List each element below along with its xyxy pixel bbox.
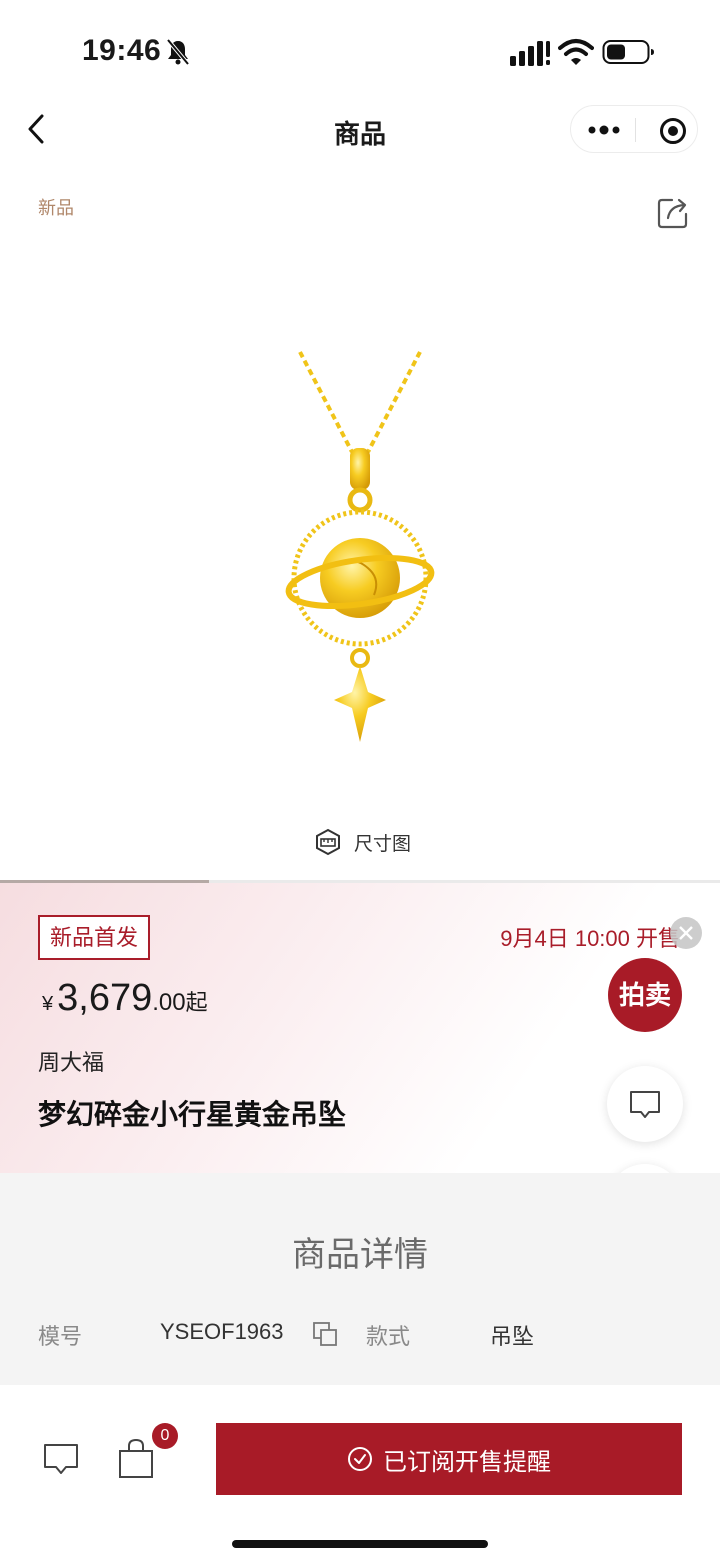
spec-value-model: YSEOF1963: [160, 1319, 284, 1344]
close-icon[interactable]: [669, 916, 703, 950]
details-title: 商品详情: [292, 1235, 428, 1275]
share-icon[interactable]: [656, 196, 690, 230]
signal-icon: [510, 41, 550, 66]
price: ¥ 3,679 .00 起: [42, 977, 208, 1020]
brand-name: 周大福: [38, 1050, 105, 1075]
price-currency: ¥: [42, 993, 54, 1015]
product-image-gold-planet-pendant[interactable]: [270, 340, 450, 750]
battery-icon: [602, 40, 654, 64]
ruler-icon: [316, 828, 340, 856]
size-chart-label: 尺寸图: [354, 833, 412, 855]
new-launch-badge: 新品首发: [38, 915, 151, 960]
check-circle-icon: [348, 1447, 372, 1471]
status-bar: 19:46: [0, 0, 720, 100]
subscribed-reminder-button[interactable]: 已订阅开售提醒: [216, 1423, 682, 1495]
bottom-action-bar: 0 已订阅开售提醒: [0, 1385, 720, 1564]
product-name: 梦幻碎金小行星黄金吊坠: [38, 1099, 347, 1130]
bell-muted-icon: [166, 38, 190, 66]
more-dots-icon[interactable]: [587, 116, 621, 144]
spec-label-style: 款式: [366, 1324, 411, 1349]
product-details: 商品详情 模号 YSEOF1963 款式 吊坠: [0, 1173, 720, 1385]
home-indicator[interactable]: [232, 1540, 488, 1548]
nav-bar: 商品: [0, 100, 720, 160]
customer-service-button[interactable]: [607, 1066, 683, 1142]
size-chart-button[interactable]: 尺寸图: [314, 826, 411, 858]
cart-count-badge: 0: [152, 1423, 178, 1449]
price-suffix: 起: [185, 990, 208, 1015]
spec-value-style: 吊坠: [490, 1324, 535, 1349]
spec-label-model: 模号: [38, 1324, 83, 1349]
capsule-divider: [635, 118, 636, 142]
price-main: 3,679: [57, 977, 153, 1019]
price-decimal: .00: [152, 989, 186, 1016]
product-info: 新品首发 9月4日 10:00 开售 ¥ 3,679 .00 起 周大福 梦幻碎…: [0, 883, 720, 1173]
chat-bubble-icon: [630, 1091, 660, 1118]
status-time: 19:46: [82, 34, 162, 67]
auction-badge[interactable]: 拍卖: [608, 958, 682, 1032]
wifi-icon: [558, 39, 594, 65]
mini-program-capsule: [570, 105, 698, 153]
shopping-bag-icon[interactable]: [116, 1437, 156, 1479]
sale-start-time: 9月4日 10:00 开售: [500, 926, 680, 951]
new-product-tag: 新品: [38, 198, 74, 218]
chat-icon[interactable]: [42, 1441, 80, 1477]
subscribe-label: 已订阅开售提醒: [383, 1448, 551, 1476]
close-mini-program-icon[interactable]: [659, 117, 687, 145]
copy-icon[interactable]: [312, 1321, 338, 1347]
